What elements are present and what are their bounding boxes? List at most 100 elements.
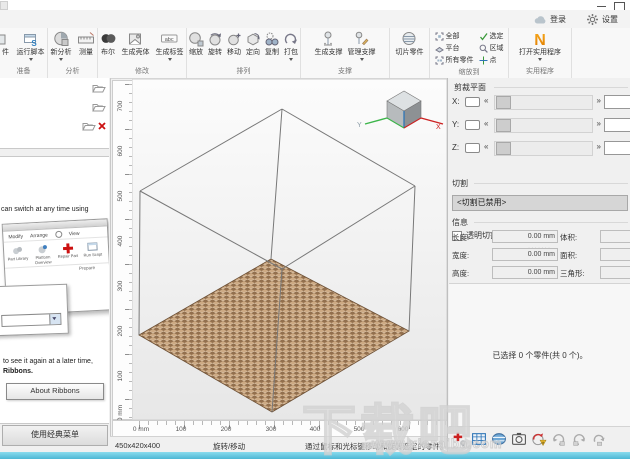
- width-label: 宽度:: [452, 251, 470, 260]
- ribbon-button-run-script[interactable]: S 运行脚本: [14, 30, 47, 63]
- parts-toolbar: [449, 428, 630, 450]
- part-icon: [0, 34, 6, 45]
- ribbon: 件 S 运行脚本 准备 新分析 测量 分析 布尔 生成壳体 abc 生成标签 修…: [0, 28, 630, 79]
- ribbon-button-open-utilities[interactable]: N 打开实用程序: [512, 30, 568, 63]
- platform-grid-button[interactable]: [471, 431, 487, 447]
- clip-y-slider[interactable]: [494, 118, 593, 133]
- gear-icon: [587, 13, 598, 25]
- height-label: 高度:: [452, 269, 470, 278]
- mock-dropdown: [1, 312, 62, 328]
- group-label-support: 支撑: [338, 68, 352, 75]
- support-icon: [324, 31, 332, 46]
- group-label-modify: 修改: [135, 68, 149, 75]
- zoom-region-button[interactable]: 区域: [479, 43, 504, 53]
- add-part-button[interactable]: [451, 431, 467, 447]
- use-classic-menu-button[interactable]: 使用经典菜单: [2, 425, 108, 446]
- viewport-3d-scene[interactable]: Y X: [132, 79, 447, 420]
- clip-y-checkbox[interactable]: [465, 120, 480, 130]
- login-button[interactable]: 登录: [534, 12, 566, 26]
- clip-x-value[interactable]: [604, 95, 630, 109]
- project-tree-panel: [0, 78, 109, 149]
- mock-script-icon: [86, 241, 98, 251]
- ribbon-button-measure[interactable]: 测量: [75, 30, 97, 57]
- clip-z-slider-thumb[interactable]: [496, 142, 511, 155]
- pack-icon: [284, 33, 297, 44]
- zoom-selected-button[interactable]: 选定: [479, 31, 504, 41]
- minimize-icon[interactable]: [597, 6, 606, 7]
- ribbon-group-support: 生成支撑 管理支撑 支撑: [301, 28, 390, 78]
- group-label-prepare: 准备: [16, 68, 31, 75]
- ribbon-button-generate-label[interactable]: abc 生成标签: [153, 30, 186, 63]
- help-text-line3: Ribbons.: [3, 368, 33, 375]
- mock-tab: Modify: [8, 233, 24, 241]
- ribbon-button-generate-support[interactable]: 生成支撑: [313, 30, 345, 57]
- clip-y-value[interactable]: [604, 118, 630, 132]
- clip-x-checkbox[interactable]: [465, 97, 480, 107]
- clip-y-step-right[interactable]: »: [597, 119, 601, 128]
- rotate-left-disabled-button[interactable]: [551, 431, 567, 447]
- zoom-point-button[interactable]: 点: [479, 55, 504, 65]
- clipping-planes-title: 剪裁平面: [454, 83, 486, 92]
- zoom-selected-icon: [479, 32, 488, 41]
- ribbon-button-slice-part[interactable]: 切片零件: [393, 30, 427, 57]
- tree-item-folder[interactable]: [92, 101, 106, 113]
- right-panel: 剪裁平面 X: « » Y: « » Z: « » 透明切割 切割 <切割已禁用…: [447, 78, 630, 452]
- zoom-platform-icon: [434, 46, 444, 53]
- zoom-all-parts-button[interactable]: 所有零件: [435, 55, 474, 65]
- vruler-label: 100: [117, 370, 124, 382]
- manage-support-icon: [355, 31, 369, 46]
- clip-x-slider-thumb[interactable]: [496, 96, 511, 109]
- clip-x-step-left[interactable]: «: [484, 96, 488, 105]
- ribbon-button-generate-shell[interactable]: 生成壳体: [119, 30, 152, 57]
- clip-z-value[interactable]: [604, 141, 630, 155]
- ribbon-button-duplicate[interactable]: 复制: [263, 30, 281, 57]
- axis-x-label: X: [436, 124, 441, 131]
- zoom-all-button[interactable]: 全部: [435, 31, 474, 41]
- ribbon-button-manage-support[interactable]: 管理支撑: [346, 30, 378, 63]
- rotate-reset-disabled-button[interactable]: [591, 431, 607, 447]
- ribbon-group-arrange: 缩放 旋转 移动 定向 复制 打包 排列: [187, 28, 301, 78]
- ribbon-button-boolean[interactable]: 布尔: [98, 30, 118, 57]
- tree-item-folder-remove[interactable]: [82, 120, 107, 132]
- area-value: [600, 248, 630, 261]
- open-folder-icon: [82, 122, 96, 130]
- triangles-label: 三角形:: [560, 269, 585, 278]
- area-label: 面积:: [560, 251, 578, 260]
- ribbon-group-analysis: 新分析 测量 分析: [48, 28, 98, 78]
- repair-warning-button[interactable]: [531, 431, 547, 447]
- ribbon-button-orient[interactable]: 定向: [244, 30, 262, 57]
- status-bar: 450x420x400 旋转/移动 通过鼠标和光标键移动和旋转选定的零件。: [110, 436, 448, 453]
- ribbon-button-scale[interactable]: 缩放: [187, 30, 205, 57]
- clip-z-slider[interactable]: [494, 141, 593, 156]
- about-ribbons-button[interactable]: About Ribbons: [6, 383, 104, 400]
- sphere-button[interactable]: [491, 431, 507, 447]
- ribbon-button-pack[interactable]: 打包: [282, 30, 300, 63]
- ribbon-button-add-part-cut[interactable]: 件: [0, 30, 13, 57]
- ribbon-button-rotate[interactable]: 旋转: [206, 30, 224, 57]
- mock-tab: View: [68, 230, 80, 237]
- clip-x-slider[interactable]: [494, 95, 593, 110]
- parts-list-area[interactable]: 已选择 0 个零件(共 0 个)。: [449, 283, 630, 427]
- ribbon-group-zoom-to: 全部 平台 所有零件 选定 区域 点 缩放到: [430, 28, 509, 78]
- clip-x-step-right[interactable]: »: [597, 96, 601, 105]
- clip-y-step-left[interactable]: «: [484, 119, 488, 128]
- clip-y-slider-thumb[interactable]: [496, 119, 511, 132]
- ribbon-button-move[interactable]: 移动: [225, 30, 243, 57]
- tree-item-folder[interactable]: [92, 82, 106, 94]
- ruler-icon: [77, 32, 94, 44]
- settings-button[interactable]: 设置: [586, 12, 618, 26]
- zoom-platform-button[interactable]: 平台: [434, 43, 474, 53]
- shell-icon: [129, 33, 141, 45]
- ribbon-tab-row: 登录 设置: [0, 10, 630, 29]
- ribbon-button-new-analysis[interactable]: 新分析: [48, 30, 74, 63]
- clip-z-checkbox[interactable]: [465, 143, 480, 153]
- hint-text: 通过鼠标和光标键移动和旋转选定的零件。: [305, 442, 448, 451]
- dropdown-arrow-icon: [359, 58, 364, 63]
- snapshot-camera-button[interactable]: [511, 431, 527, 447]
- cut-dropdown[interactable]: <切割已禁用>: [452, 195, 628, 211]
- info-title: 信息: [452, 218, 468, 227]
- rotate-right-disabled-button[interactable]: [571, 431, 587, 447]
- volume-value: [600, 230, 630, 243]
- clip-z-step-left[interactable]: «: [484, 142, 488, 151]
- clip-z-step-right[interactable]: »: [597, 142, 601, 151]
